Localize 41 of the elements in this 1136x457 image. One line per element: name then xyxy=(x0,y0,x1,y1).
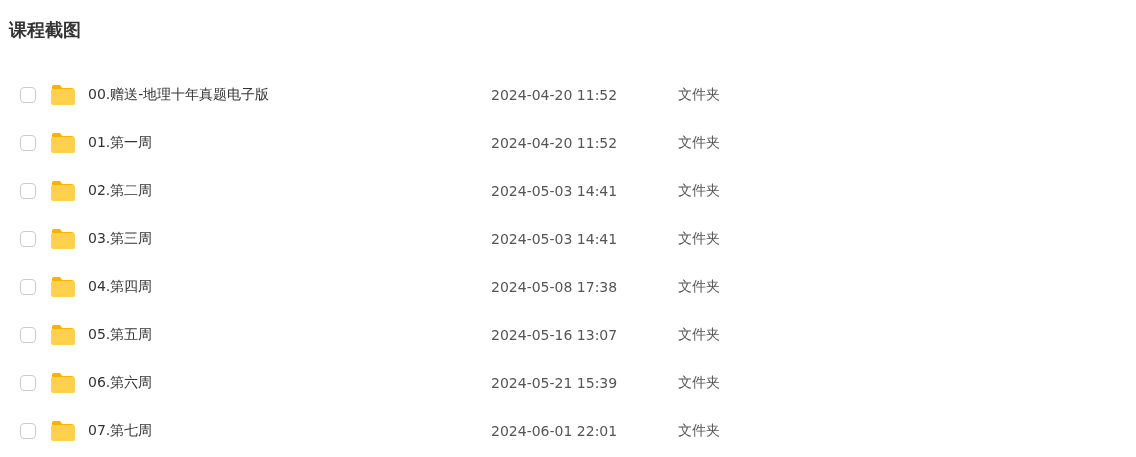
checkbox[interactable] xyxy=(20,183,36,199)
folder-icon xyxy=(50,324,76,346)
folder-name[interactable]: 06.第六周 xyxy=(88,374,491,392)
modified-date: 2024-05-08 17:38 xyxy=(491,279,619,295)
file-type: 文件夹 xyxy=(678,182,720,200)
file-type: 文件夹 xyxy=(678,326,720,344)
file-type: 文件夹 xyxy=(678,374,720,392)
folder-name[interactable]: 00.赠送-地理十年真题电子版 xyxy=(88,86,491,104)
folder-name[interactable]: 02.第二周 xyxy=(88,182,491,200)
modified-date: 2024-05-21 15:39 xyxy=(491,375,619,391)
folder-icon xyxy=(50,276,76,298)
folder-name[interactable]: 05.第五周 xyxy=(88,326,491,344)
checkbox[interactable] xyxy=(20,231,36,247)
folder-icon xyxy=(50,420,76,442)
modified-date: 2024-04-20 11:52 xyxy=(491,87,619,103)
checkbox[interactable] xyxy=(20,87,36,103)
modified-date: 2024-04-20 11:52 xyxy=(491,135,619,151)
file-type: 文件夹 xyxy=(678,422,720,440)
folder-name[interactable]: 01.第一周 xyxy=(88,134,491,152)
folder-name[interactable]: 04.第四周 xyxy=(88,278,491,296)
folder-icon xyxy=(50,132,76,154)
checkbox[interactable] xyxy=(20,423,36,439)
folder-name[interactable]: 07.第七周 xyxy=(88,422,491,440)
checkbox[interactable] xyxy=(20,327,36,343)
folder-icon xyxy=(50,228,76,250)
checkbox[interactable] xyxy=(20,375,36,391)
folder-icon xyxy=(50,180,76,202)
section-title: 课程截图 xyxy=(7,18,82,42)
modified-date: 2024-05-03 14:41 xyxy=(491,183,619,199)
file-type: 文件夹 xyxy=(678,230,720,248)
checkbox[interactable] xyxy=(20,135,36,151)
modified-date: 2024-05-03 14:41 xyxy=(491,231,619,247)
folder-icon xyxy=(50,84,76,106)
folder-name[interactable]: 03.第三周 xyxy=(88,230,491,248)
folder-icon xyxy=(50,372,76,394)
file-type: 文件夹 xyxy=(678,134,720,152)
checkbox[interactable] xyxy=(20,279,36,295)
file-type: 文件夹 xyxy=(678,86,720,104)
modified-date: 2024-05-16 13:07 xyxy=(491,327,619,343)
file-type: 文件夹 xyxy=(678,278,720,296)
modified-date: 2024-06-01 22:01 xyxy=(491,423,619,439)
